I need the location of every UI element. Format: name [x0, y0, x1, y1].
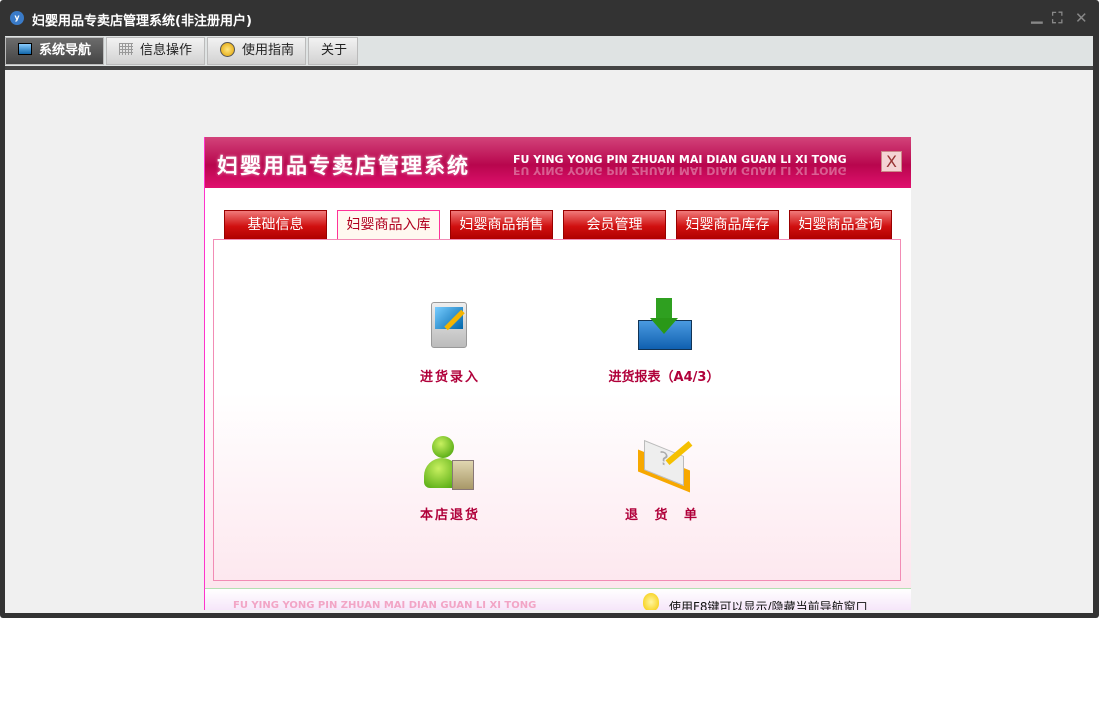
- panel-title: 妇婴用品专卖店管理系统: [217, 154, 470, 178]
- download-folder-icon: [636, 298, 692, 354]
- panel-subtitle-reflection: FU YING YONG PIN ZHUAN MAI DIAN GUAN LI …: [513, 164, 847, 177]
- close-icon[interactable]: ✕: [1075, 9, 1088, 27]
- tab-content: 进货录入 进货报表（A4/3） 本店退货 ? 退 货 单: [213, 239, 901, 581]
- navigation-panel: 妇婴用品专卖店管理系统 FU YING YONG PIN ZHUAN MAI D…: [204, 137, 911, 610]
- menu-tabs: 系统导航 信息操作 使用指南 关于: [5, 36, 1093, 66]
- panel-header: 妇婴用品专卖店管理系统 FU YING YONG PIN ZHUAN MAI D…: [205, 137, 911, 188]
- app-logo-icon: y: [10, 11, 24, 25]
- window-title: 妇婴用品专卖店管理系统(非注册用户): [32, 14, 252, 29]
- tab-about[interactable]: 关于: [308, 37, 358, 65]
- tab-system-nav[interactable]: 系统导航: [5, 37, 104, 65]
- restore-icon[interactable]: ⛶: [1052, 9, 1063, 27]
- footer-subtitle: FU YING YONG PIN ZHUAN MAI DIAN GUAN LI …: [233, 600, 537, 610]
- footer-tip: 使用F8键可以显示/隐藏当前导航窗口: [669, 600, 868, 610]
- minimize-icon[interactable]: ▁: [1031, 6, 1043, 24]
- grid-icon: [119, 43, 133, 55]
- purchase-report-item[interactable]: 进货报表（A4/3）: [584, 298, 744, 385]
- title-bar: y 妇婴用品专卖店管理系统(非注册用户) ▁ ⛶ ✕: [0, 0, 1099, 36]
- user-bag-icon: [422, 436, 478, 492]
- computer-edit-icon: [422, 298, 478, 354]
- tab-basic-info[interactable]: 基础信息: [224, 210, 327, 240]
- store-return-item[interactable]: 本店退货: [370, 436, 530, 523]
- tab-user-guide[interactable]: 使用指南: [207, 37, 306, 65]
- monitor-icon: [18, 43, 32, 55]
- tab-inventory[interactable]: 妇婴商品库存: [676, 210, 779, 240]
- help-icon: [220, 42, 235, 57]
- tab-query[interactable]: 妇婴商品查询: [789, 210, 892, 240]
- tab-info-ops[interactable]: 信息操作: [106, 37, 205, 65]
- purchase-entry-item[interactable]: 进货录入: [370, 298, 530, 385]
- tab-goods-sales[interactable]: 妇婴商品销售: [450, 210, 553, 240]
- notebook-pencil-icon: ?: [636, 436, 693, 493]
- panel-close-button[interactable]: X: [881, 151, 902, 172]
- panel-footer: FU YING YONG PIN ZHUAN MAI DIAN GUAN LI …: [205, 588, 911, 610]
- tab-members[interactable]: 会员管理: [563, 210, 666, 240]
- lightbulb-icon: [643, 593, 659, 610]
- tab-goods-in[interactable]: 妇婴商品入库: [337, 210, 440, 241]
- return-slip-item[interactable]: ? 退 货 单: [584, 436, 744, 523]
